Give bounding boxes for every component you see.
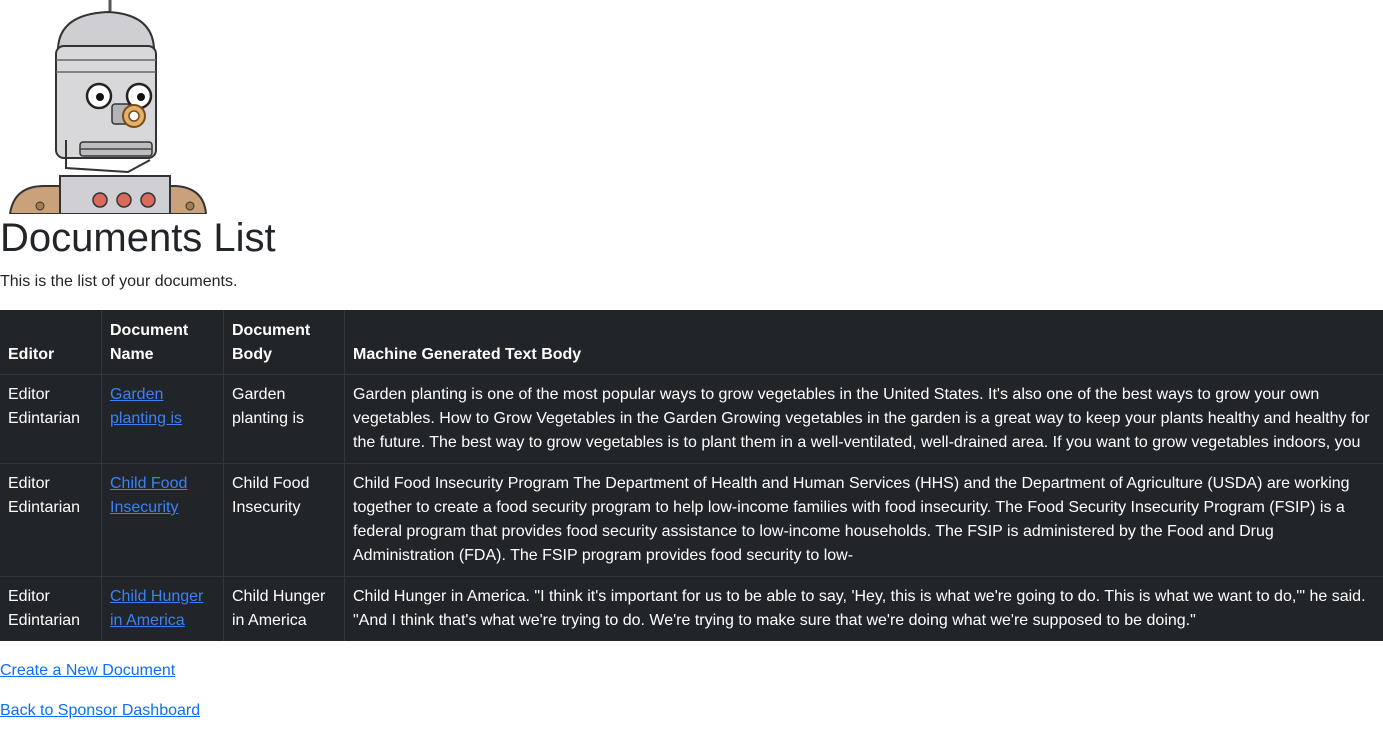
editor-cell: Editor Edintarian	[0, 374, 102, 464]
document-link[interactable]: Garden planting is	[110, 386, 182, 427]
document-body-cell: Child Food Insecurity	[223, 463, 345, 577]
page-title: Documents List	[0, 216, 276, 260]
document-name-cell: Child Food Insecurity	[101, 463, 224, 577]
documents-table: Editor Document Name Document Body Machi…	[0, 310, 1383, 641]
document-name-cell: Child Hunger in America	[101, 576, 224, 641]
robot-mascot-icon	[8, 0, 208, 215]
machine-text-cell: Child Hunger in America. "I think it's i…	[353, 588, 1366, 629]
table-row: Editor Edintarian Child Food Insecurity …	[0, 463, 1383, 577]
header-machine-text: Machine Generated Text Body	[344, 310, 1383, 375]
header-document-body: Document Body	[223, 310, 345, 375]
table-row: Editor Edintarian Garden planting is Gar…	[0, 374, 1383, 464]
robot-mascot-logo	[0, 0, 210, 215]
create-document-link[interactable]: Create a New Document	[0, 661, 175, 681]
document-link[interactable]: Child Hunger in America	[110, 588, 203, 629]
editor-cell: Editor Edintarian	[0, 576, 102, 641]
editor-cell: Editor Edintarian	[0, 463, 102, 577]
header-editor: Editor	[0, 310, 102, 375]
table-row: Editor Edintarian Child Hunger in Americ…	[0, 576, 1383, 641]
document-name-cell: Garden planting is	[101, 374, 224, 464]
document-link[interactable]: Child Food Insecurity	[110, 475, 187, 516]
document-body-cell: Garden planting is	[223, 374, 345, 464]
header-document-name: Document Name	[101, 310, 224, 375]
back-to-dashboard-link[interactable]: Back to Sponsor Dashboard	[0, 701, 200, 721]
machine-text-cell: Child Food Insecurity Program The Depart…	[344, 463, 1383, 577]
page-subtitle: This is the list of your documents.	[0, 273, 238, 290]
document-body-cell: Child Hunger in America	[223, 576, 345, 641]
table-header-row: Editor Document Name Document Body Machi…	[0, 310, 1383, 375]
machine-text-cell: Garden planting is one of the most popul…	[344, 374, 1383, 464]
